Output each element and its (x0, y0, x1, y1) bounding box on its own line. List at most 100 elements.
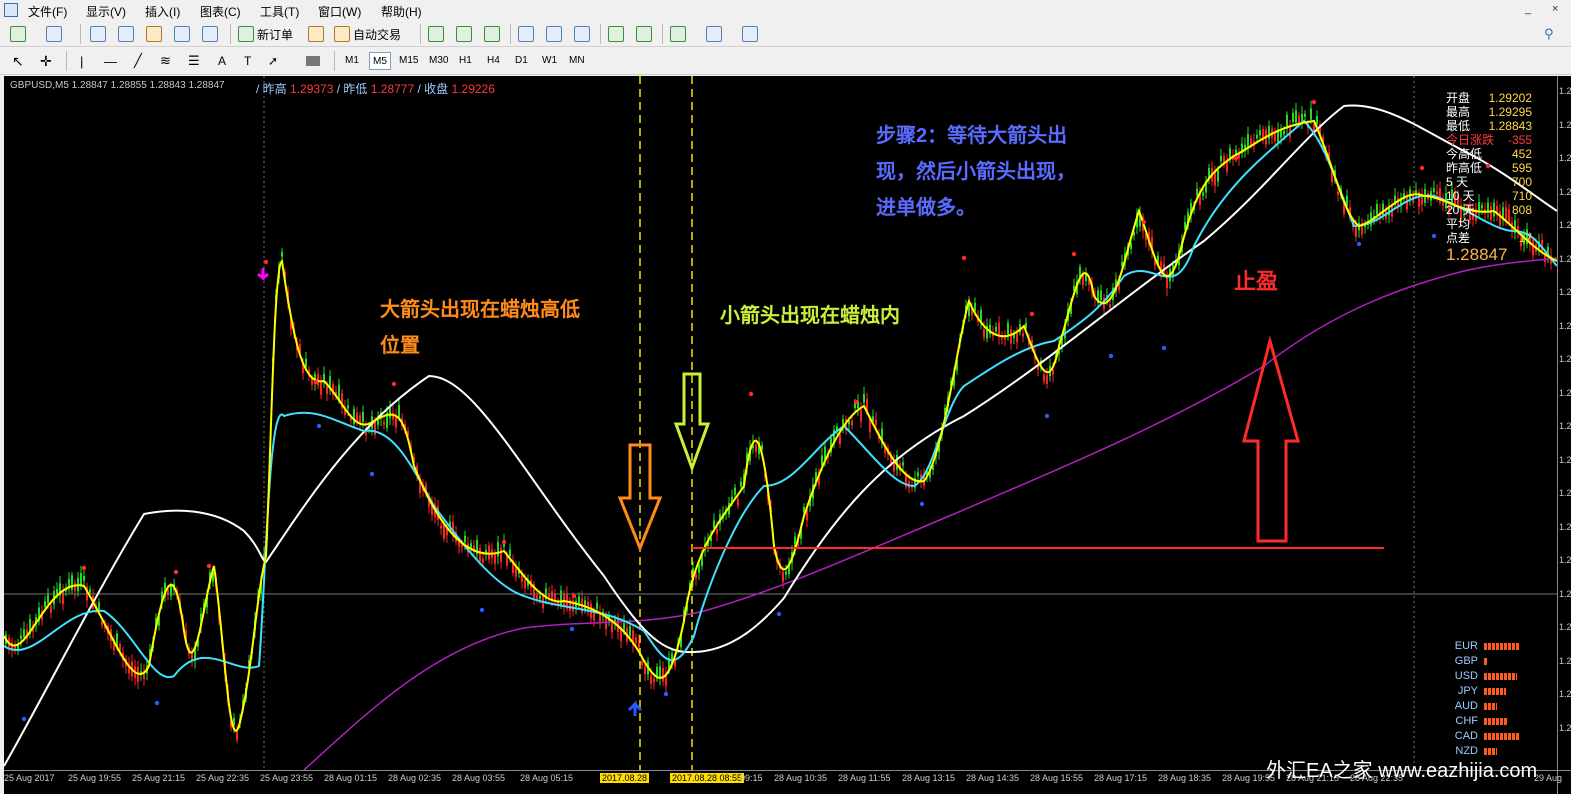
tester-button[interactable] (202, 24, 218, 44)
info-label: 平均 (1446, 217, 1471, 231)
zoom-in-button[interactable] (518, 24, 534, 44)
price-plot (4, 76, 1557, 770)
candle-body (860, 409, 862, 422)
candle-body (839, 434, 841, 445)
bar-chart-button[interactable] (428, 24, 444, 44)
info-row: 20 天 808 (1446, 203, 1532, 217)
new-order-button[interactable]: 新订单 (238, 24, 293, 44)
zoom-out-button[interactable] (546, 24, 562, 44)
candle-body (635, 637, 637, 644)
candle-body (1256, 134, 1258, 139)
candle-body (1196, 188, 1198, 196)
time-label: 25 Aug 23:55 (260, 773, 314, 783)
close-button[interactable]: × (1552, 3, 1558, 15)
crosshair-tool[interactable]: ✛ (40, 51, 52, 71)
candle-body (1406, 197, 1408, 210)
menu-file[interactable]: 文件(F) (28, 3, 67, 20)
candle-chart-button[interactable] (456, 24, 472, 44)
rectangle-tool[interactable] (306, 51, 320, 71)
candle-body (1100, 290, 1102, 301)
candle-body (1022, 333, 1024, 337)
crosshair-icon: ✛ (40, 52, 52, 69)
stat-value-prev-low: 1.28777 (370, 82, 415, 96)
editor-icon (308, 26, 324, 42)
auto-trade-button[interactable]: 自动交易 (334, 24, 401, 44)
terminal-button[interactable] (174, 24, 190, 44)
new-chart-button[interactable] (10, 24, 26, 44)
time-label: 25 Aug 21:15 (132, 773, 186, 783)
currency-name: GBP (1454, 655, 1478, 667)
arrows-icon: ➚ (268, 54, 279, 68)
tf-d1[interactable]: D1 (512, 52, 531, 70)
tf-m30[interactable]: M30 (426, 52, 451, 70)
meta-editor-button[interactable] (308, 24, 324, 44)
candle-body (1292, 112, 1294, 122)
tf-m5[interactable]: M5 (369, 52, 391, 70)
candle-body (1532, 240, 1534, 256)
channel-tool[interactable]: ≋ (160, 51, 171, 71)
tester-icon (202, 26, 218, 42)
search-icon: ⚲ (1544, 26, 1554, 41)
vertical-line-icon: | (80, 53, 84, 69)
channel-icon: ≋ (160, 53, 171, 68)
info-row: 今高低 452 (1446, 147, 1532, 161)
menu-chart[interactable]: 图表(C) (200, 3, 241, 20)
watermark: 外汇EA之家 www.eazhijia.com (1266, 760, 1538, 782)
menu-help[interactable]: 帮助(H) (381, 3, 422, 20)
line-chart-button[interactable] (484, 24, 500, 44)
search-button[interactable]: ⚲ (1544, 24, 1554, 44)
market-watch-button[interactable] (90, 24, 106, 44)
menu-view[interactable]: 显示(V) (86, 3, 126, 20)
high-dot (961, 255, 967, 261)
chart-shift-button[interactable] (636, 24, 652, 44)
time-label: 28 Aug 17:15 (1094, 773, 1148, 783)
candle-body (497, 542, 499, 557)
candle-body (578, 596, 580, 604)
arrows-tool[interactable]: ➚ (268, 51, 278, 71)
tf-m1[interactable]: M1 (342, 52, 362, 70)
vertical-line-tool[interactable]: | (80, 51, 83, 71)
text-tool[interactable]: A (218, 51, 226, 71)
horizontal-line-tool[interactable]: — (104, 51, 117, 71)
profiles-button[interactable] (46, 24, 62, 44)
candle-body (983, 329, 985, 338)
price-label: 1.2 (1559, 588, 1571, 599)
cursor-tool[interactable]: ↖ (12, 51, 24, 71)
tf-h4[interactable]: H4 (484, 52, 503, 70)
low-dot (919, 501, 925, 507)
candle-body (1109, 304, 1111, 308)
candle-body (785, 571, 787, 575)
annotation-step2-line1: 步骤2：等待大箭头出 (876, 125, 1068, 147)
symbol-info: GBPUSD,M5 1.28847 1.28855 1.28843 1.2884… (10, 80, 225, 91)
candle-body (50, 605, 52, 613)
candle-body (641, 661, 643, 666)
data-window-button[interactable] (118, 24, 134, 44)
periods-button[interactable] (706, 24, 722, 44)
price-label: 1.2 (1559, 722, 1571, 733)
menu-window[interactable]: 窗口(W) (318, 3, 361, 20)
templates-button[interactable] (742, 24, 758, 44)
menu-tools[interactable]: 工具(T) (260, 3, 299, 20)
minimize-button[interactable]: _ (1525, 3, 1531, 15)
high-dot (501, 539, 507, 545)
menu-insert[interactable]: 插入(I) (145, 3, 180, 20)
tf-w1[interactable]: W1 (539, 52, 560, 70)
tile-windows-button[interactable] (574, 24, 590, 44)
candle-body (1250, 138, 1252, 146)
tf-mn[interactable]: MN (566, 52, 588, 70)
label-tool[interactable]: T (244, 51, 251, 71)
navigator-button[interactable] (146, 24, 162, 44)
auto-scroll-button[interactable] (608, 24, 624, 44)
indicators-button[interactable] (670, 24, 686, 44)
candle-body (782, 571, 784, 582)
chart-window[interactable]: GBPUSD,M5 1.28847 1.28855 1.28843 1.2884… (4, 76, 1571, 794)
fibo-tool[interactable]: ☰ (188, 51, 200, 71)
candle-body (1436, 191, 1438, 195)
price-label: 1.2 (1559, 689, 1571, 699)
info-row: 5 天 700 (1446, 175, 1532, 189)
tf-m15[interactable]: M15 (396, 52, 421, 70)
trendline-tool[interactable]: ╱ (134, 51, 142, 71)
tf-h1[interactable]: H1 (456, 52, 475, 70)
take-profit-arrow (1242, 335, 1300, 543)
annotation-step2: 步骤2：等待大箭头出 现，然后小箭头出现， 进单做多。 (876, 118, 1076, 226)
